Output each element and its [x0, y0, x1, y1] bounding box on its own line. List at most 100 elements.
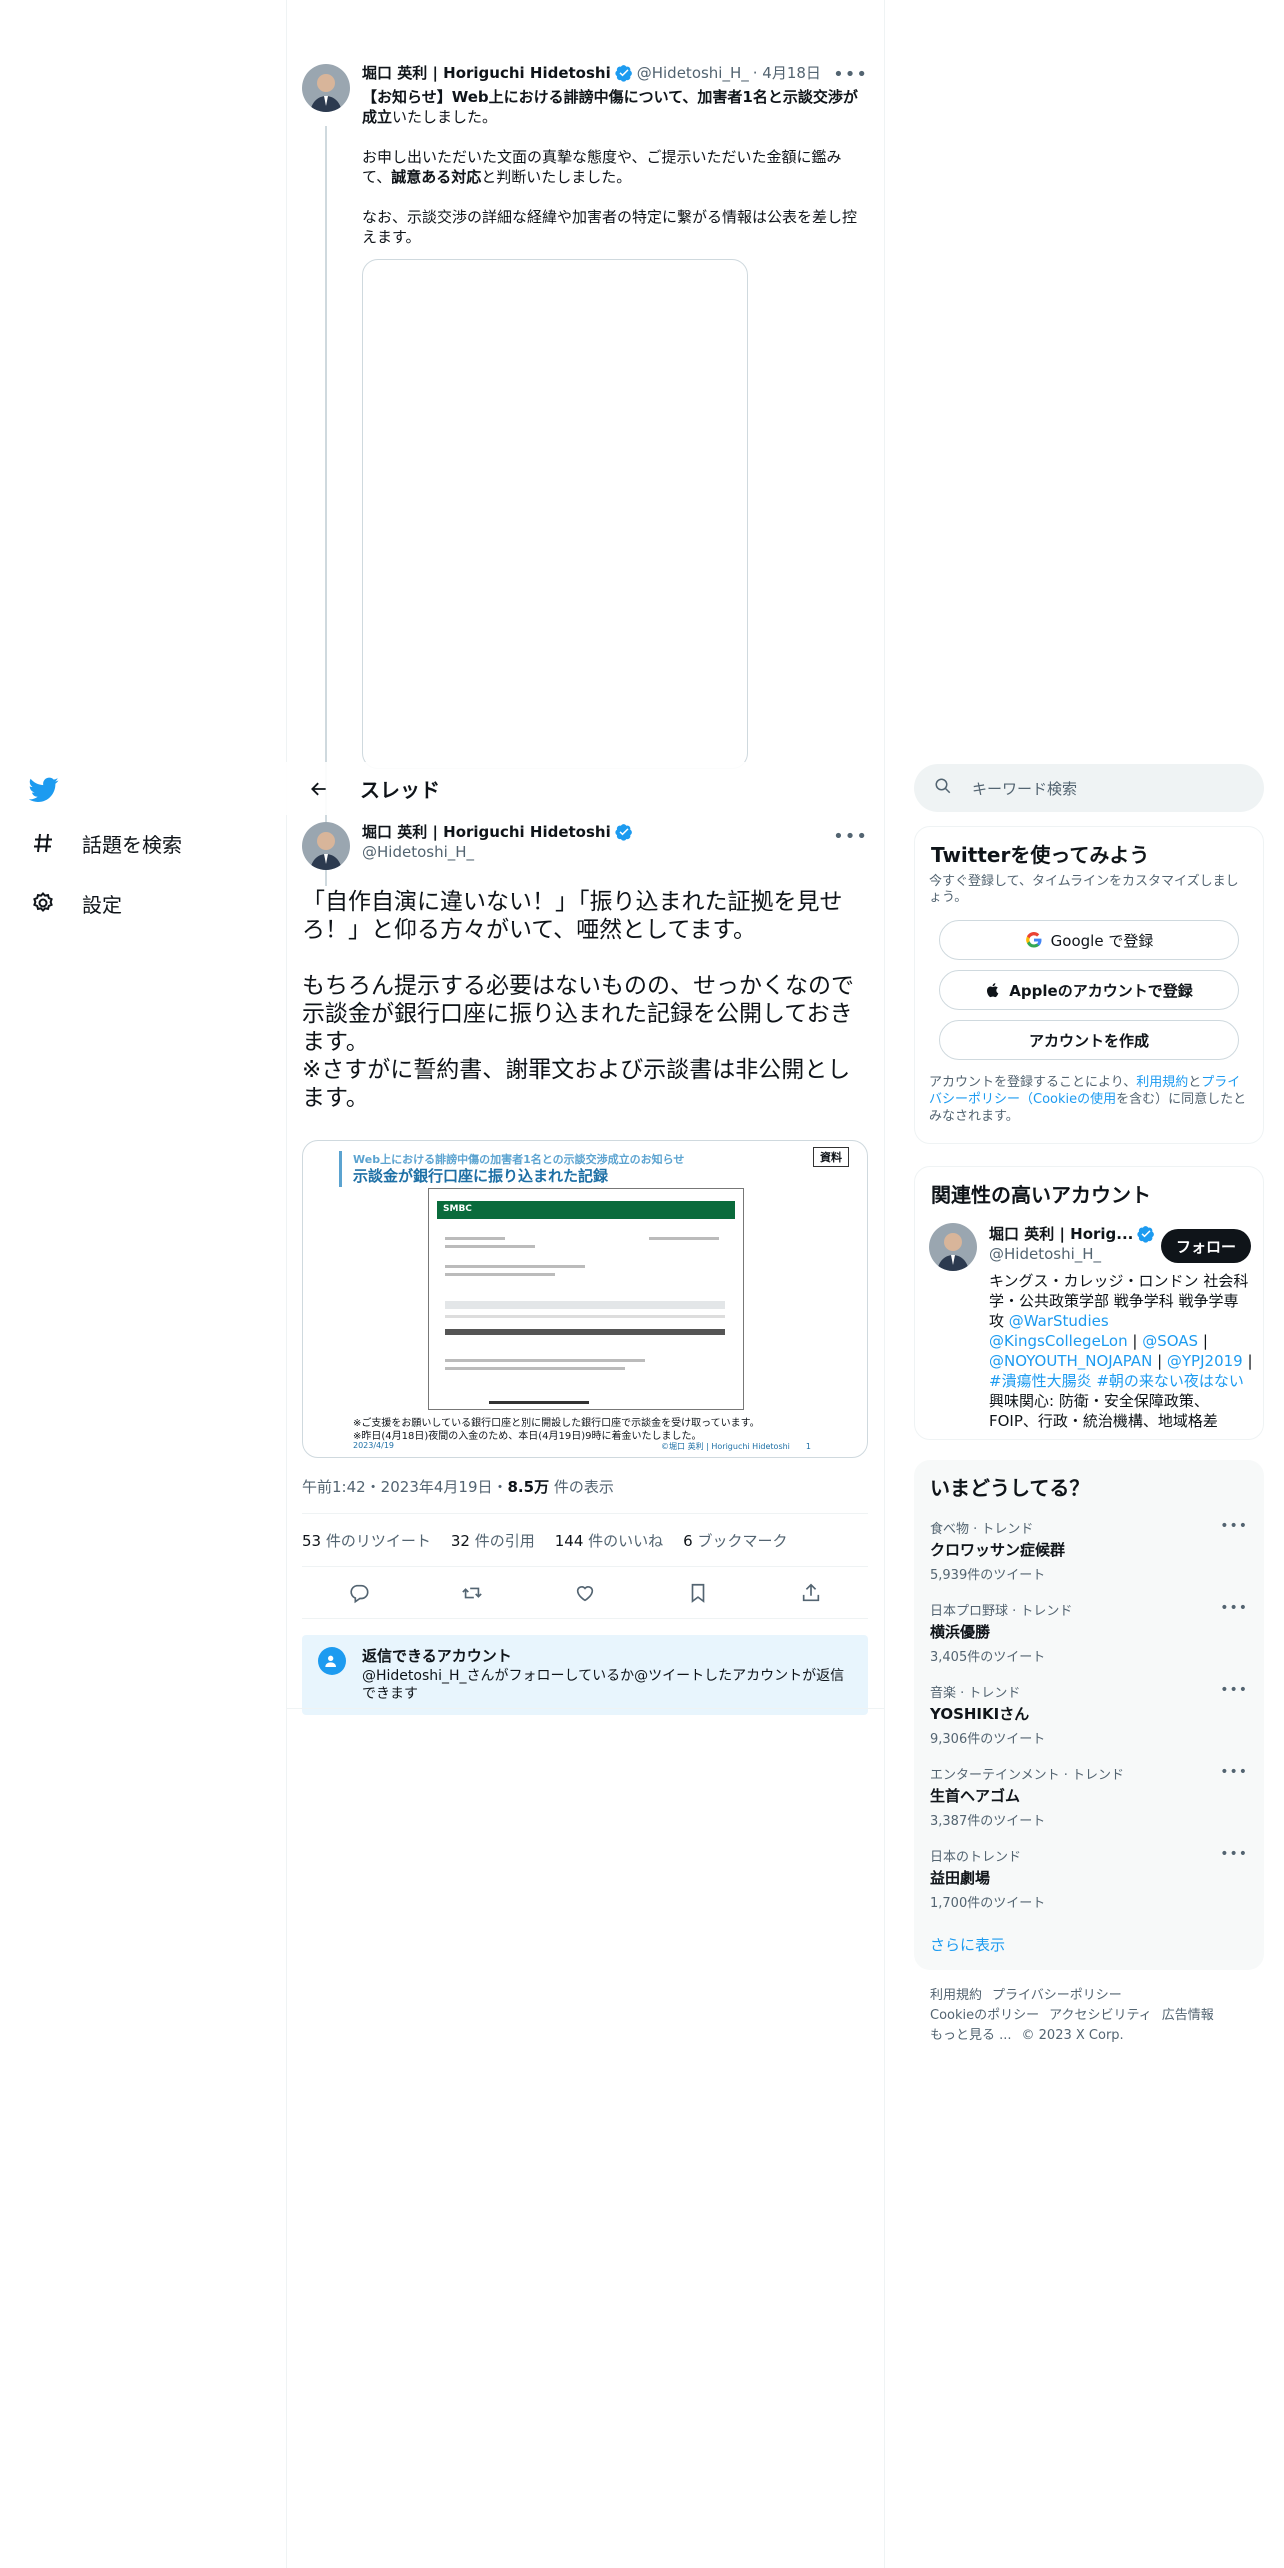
- tweet-actions: [302, 1567, 868, 1619]
- doc-line: [445, 1315, 725, 1318]
- retweet-count[interactable]: 53 件のリツイート: [302, 1530, 431, 1551]
- signup-subtitle: 今すぐ登録して、タイムラインをカスタマイズしましょう。: [929, 874, 1239, 905]
- reply-restriction-desc: @Hidetoshi_H_さんがフォローしているか@ツイートしたアカウントが返信…: [362, 1668, 845, 1702]
- bookmark-count[interactable]: 6 ブックマーク: [683, 1530, 787, 1551]
- bio-link[interactable]: @YPJ2019: [1167, 1352, 1243, 1370]
- bio-separator: |: [1198, 1332, 1208, 1350]
- tweet-date[interactable]: · 4月18日: [753, 62, 821, 83]
- more-options-icon[interactable]: •••: [833, 64, 868, 85]
- trend-count: 9,306件のツイート: [930, 1732, 1046, 1747]
- trend-category: 音楽 · トレンド: [930, 1686, 1021, 1701]
- footer-accessibility-link[interactable]: アクセシビリティ: [1049, 2008, 1152, 2023]
- doc-line: [445, 1367, 625, 1370]
- focused-tweet: 堀口 英利 | Horiguchi Hidetoshi @Hidetoshi_H…: [286, 822, 884, 1715]
- tweet-media[interactable]: [362, 259, 748, 769]
- trend-item[interactable]: 日本のトレンド 益田劇場 1,700件のツイート •••: [930, 1846, 1248, 1911]
- follow-button[interactable]: フォロー: [1161, 1229, 1251, 1263]
- apple-signup-button[interactable]: Appleのアカウントで登録: [939, 970, 1239, 1010]
- media-label: 資料: [813, 1147, 849, 1167]
- trend-name: YOSHIKIさん: [930, 1705, 1030, 1723]
- tweet-timestamp[interactable]: 午前1:42・2023年4月19日・: [302, 1478, 508, 1496]
- footer-privacy-link[interactable]: プライバシーポリシー: [992, 1988, 1122, 2003]
- reply-restriction-title: 返信できるアカウント: [362, 1647, 512, 1665]
- twitter-logo-icon[interactable]: [22, 768, 66, 812]
- nav-item-settings[interactable]: 設定: [20, 874, 270, 932]
- quote-count[interactable]: 32 件の引用: [451, 1530, 535, 1551]
- bookmark-icon[interactable]: [681, 1576, 715, 1610]
- bio-link[interactable]: @NOYOUTH_NOJAPAN: [989, 1352, 1152, 1370]
- create-account-button[interactable]: アカウントを作成: [939, 1020, 1239, 1060]
- related-display-name[interactable]: 堀口 英利 | Horig...: [989, 1223, 1133, 1244]
- search-icon: [934, 777, 952, 799]
- footer-terms-link[interactable]: 利用規約: [930, 1988, 982, 2003]
- trend-name: 生首ヘアゴム: [930, 1787, 1021, 1805]
- google-signup-label: Google で登録: [1050, 931, 1154, 950]
- right-column-divider: [884, 0, 885, 2568]
- more-options-icon[interactable]: •••: [1220, 1518, 1248, 1534]
- trend-item[interactable]: 食べ物 · トレンド クロワッサン症候群 5,939件のツイート •••: [930, 1518, 1248, 1583]
- tweet-image[interactable]: 資料 Web上における誹謗中傷の加害者1名との示談交渉成立のお知らせ 示談金が銀…: [302, 1140, 868, 1458]
- footer-more-link[interactable]: もっと見る ...: [930, 2028, 1012, 2043]
- bio-link[interactable]: @SOAS: [1142, 1332, 1198, 1350]
- verified-badge-icon: [1137, 1225, 1155, 1243]
- tweet-text-paragraph: もちろん提示する必要はないものの、せっかくなので示談金が銀行口座に振り込まれた記…: [302, 973, 854, 1055]
- google-signup-button[interactable]: Google で登録: [939, 920, 1239, 960]
- trends-title: いまどうしてる？: [930, 1476, 1090, 1500]
- trend-item[interactable]: エンターテインメント · トレンド 生首ヘアゴム 3,387件のツイート •••: [930, 1764, 1248, 1829]
- terms-link[interactable]: 利用規約: [1136, 1075, 1188, 1090]
- bio-link[interactable]: @KingsCollegeLon: [989, 1332, 1128, 1350]
- more-options-icon[interactable]: •••: [1220, 1846, 1248, 1862]
- sidebar-footer: 利用規約 プライバシーポリシー Cookieのポリシー アクセシビリティ 広告情報 も…: [930, 1986, 1260, 2046]
- display-name[interactable]: 堀口 英利 | Horiguchi Hidetoshi: [362, 822, 611, 842]
- share-icon[interactable]: [794, 1576, 828, 1610]
- media-note: ※昨日(4月18日)夜間の入金のため、本日(4月19日)9時に着金いたしました。: [353, 1431, 702, 1442]
- retweet-icon[interactable]: [455, 1576, 489, 1610]
- avatar[interactable]: [302, 64, 350, 112]
- media-date: 2023/4/19: [353, 1441, 395, 1450]
- nav-item-explore[interactable]: 話題を検索: [20, 814, 270, 872]
- footer-cookie-link[interactable]: Cookieのポリシー: [930, 2008, 1039, 2023]
- avatar[interactable]: [929, 1223, 977, 1271]
- doc-line: [445, 1237, 505, 1240]
- more-options-icon[interactable]: •••: [833, 826, 868, 847]
- more-options-icon[interactable]: •••: [1220, 1764, 1248, 1780]
- tweet-text-paragraph: ※さすがに誓約書、謝罪文および示談書は非公開とします。: [302, 1057, 851, 1111]
- like-heart-icon[interactable]: [568, 1576, 602, 1610]
- more-options-icon[interactable]: •••: [1220, 1600, 1248, 1616]
- doc-line: [649, 1237, 719, 1240]
- trend-category: 日本のトレンド: [930, 1850, 1022, 1865]
- bio-separator: |: [1242, 1352, 1253, 1370]
- trends-card: いまどうしてる？ 食べ物 · トレンド クロワッサン症候群 5,939件のツイー…: [914, 1460, 1264, 1970]
- like-count[interactable]: 144 件のいいね: [555, 1530, 663, 1551]
- search-input[interactable]: キーワード検索: [914, 764, 1264, 812]
- footer-ads-link[interactable]: 広告情報: [1162, 2008, 1214, 2023]
- bio-link[interactable]: @WarStudies: [1009, 1312, 1109, 1330]
- reply-icon[interactable]: [342, 1576, 376, 1610]
- google-icon: [1025, 932, 1042, 948]
- trend-item[interactable]: 音楽 · トレンド YOSHIKIさん 9,306件のツイート •••: [930, 1682, 1248, 1747]
- tweet-text-span: いたしました。: [392, 108, 498, 126]
- search-placeholder: キーワード検索: [972, 779, 1078, 798]
- bank-logo: SMBC: [437, 1201, 735, 1219]
- more-options-icon[interactable]: •••: [1220, 1682, 1248, 1698]
- view-count: 8.5万: [507, 1478, 550, 1496]
- media-title: 示談金が銀行口座に振り込まれた記録: [353, 1167, 609, 1185]
- avatar[interactable]: [302, 822, 350, 870]
- handle[interactable]: @Hidetoshi_H_: [362, 842, 637, 862]
- gear-icon: [28, 888, 58, 918]
- show-more-link[interactable]: さらに表示: [930, 1934, 1005, 1955]
- doc-table-header: [445, 1301, 725, 1309]
- related-accounts-card: 関連性の高いアカウント 堀口 英利 | Horig... @Hidetoshi_…: [914, 1166, 1264, 1440]
- engagement-stats: 53 件のリツイート 32 件の引用 144 件のいいね 6 ブックマーク: [302, 1513, 868, 1567]
- main-bottom-divider: [286, 1708, 884, 1709]
- footer-copyright: © 2023 X Corp.: [1021, 2028, 1124, 2043]
- handle[interactable]: @Hidetoshi_H_: [637, 64, 749, 82]
- bio-hashtag-link[interactable]: #潰瘍性大腸炎 #朝の来ない夜はない: [989, 1372, 1244, 1390]
- view-label: 件の表示: [549, 1478, 614, 1496]
- display-name[interactable]: 堀口 英利 | Horiguchi Hidetoshi: [362, 62, 611, 83]
- verified-badge-icon: [615, 64, 632, 82]
- bank-statement-document: SMBC: [428, 1188, 744, 1410]
- page-title: スレッド: [360, 778, 440, 802]
- back-arrow-icon[interactable]: [302, 772, 336, 806]
- trend-item[interactable]: 日本プロ野球 · トレンド 横浜優勝 3,405件のツイート •••: [930, 1600, 1248, 1665]
